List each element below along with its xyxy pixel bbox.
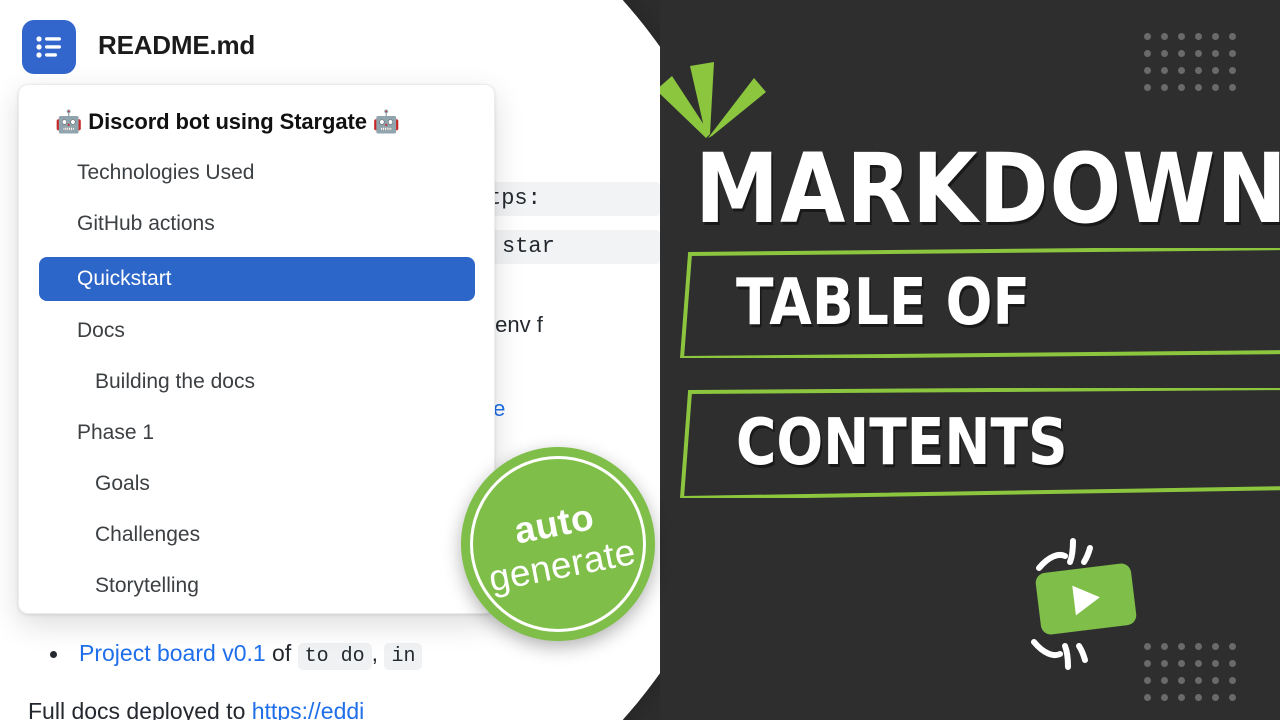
grid-dot [1195,67,1202,74]
toc-heading: 🤖 Discord bot using Stargate 🤖 [55,109,401,134]
grid-dot [1195,660,1202,667]
grid-dot [1161,660,1168,667]
toc-item-label: Storytelling [95,574,199,597]
grid-dot [1144,694,1151,701]
grid-dot [1178,50,1185,57]
document-title: README.md [98,30,256,60]
list-item: Project board v0.1 of to do, in [50,640,650,670]
grid-dot [1161,84,1168,91]
grid-dot [1229,84,1236,91]
grid-dot [1178,660,1185,667]
code-fragment-2: star [502,234,555,259]
grid-dot [1161,694,1168,701]
bullet-middle-text: of [265,640,298,666]
grid-dot [1195,33,1202,40]
grid-dot [1212,84,1219,91]
bulleted-list-icon [36,36,61,58]
grid-dot [1212,50,1219,57]
toc-item-label: Technologies Used [77,161,255,184]
full-docs-link[interactable]: https://eddi [252,698,365,720]
grid-dot [1195,50,1202,57]
grid-dot [1161,67,1168,74]
sparkle-lines-bottom-icon [1031,639,1088,670]
toc-item-label: Docs [77,319,125,342]
toc-item-technologies-used[interactable]: Technologies Used [39,151,475,195]
bullet-comma: , [371,640,379,666]
grid-dot [1195,84,1202,91]
code-tag-to-do: to do [297,643,372,670]
grid-dot [1144,33,1151,40]
toc-item-goals[interactable]: Goals [39,462,475,506]
grid-dot [1212,643,1219,650]
bullet-point-icon [50,651,57,659]
grid-dot [1229,50,1236,57]
grid-dot [1161,677,1168,684]
play-triangle-icon [1072,582,1102,616]
grid-dot [1178,67,1185,74]
banner-label-2: CONTENTS [736,406,1068,480]
grid-dot [1195,643,1202,650]
grid-dot [1212,694,1219,701]
grid-dot [1161,33,1168,40]
grid-dot [1212,660,1219,667]
toc-item-label: Building the docs [95,370,255,393]
toc-item-github-actions[interactable]: GitHub actions [39,202,475,246]
text-fragment-1: .env f [489,312,543,337]
grid-dot [1144,84,1151,91]
grid-dot [1229,643,1236,650]
grid-dot [1144,50,1151,57]
grid-dot [1212,33,1219,40]
toc-item-building-the-docs[interactable]: Building the docs [39,360,475,404]
grid-dot [1195,677,1202,684]
toc-item-storytelling[interactable]: Storytelling [39,564,475,608]
grid-dot [1178,694,1185,701]
table-of-contents-popup: 🤖 Discord bot using Stargate 🤖 Technolog… [18,84,495,614]
grid-dot [1178,84,1185,91]
grid-dot [1229,660,1236,667]
code-tag-in: in [384,643,423,670]
grid-dot [1144,643,1151,650]
toc-item-phase-1[interactable]: Phase 1 [39,411,475,455]
full-docs-line: Full docs deployed to https://eddi [28,698,364,720]
grid-dot [1178,643,1185,650]
toc-item-label: Quickstart [77,267,172,290]
badge-text: auto generate [444,430,671,657]
toc-item-label: Phase 1 [77,421,155,444]
play-button-icon[interactable] [1034,562,1138,636]
toc-item-challenges[interactable]: Challenges [39,513,475,557]
grid-dot [1212,67,1219,74]
page-title: MARKDOWN [695,133,1280,245]
toc-item-docs[interactable]: Docs [39,309,475,353]
grid-dot [1144,67,1151,74]
project-board-link[interactable]: Project board v0.1 [79,640,266,666]
grid-dot [1229,67,1236,74]
dot-grid-icon-top-right [1144,33,1236,93]
toc-item-quickstart[interactable]: Quickstart [39,257,475,301]
promo-slide: MARKDOWN TABLE OF CONTENTS README.md tps… [0,0,1280,720]
full-docs-text: Full docs deployed to [28,698,252,720]
toc-item-label: Challenges [95,523,201,546]
grid-dot [1229,677,1236,684]
grid-dot [1229,33,1236,40]
grid-dot [1144,660,1151,667]
grid-dot [1178,33,1185,40]
list-document-icon[interactable] [22,20,76,74]
banner-table-of: TABLE OF [676,248,1280,358]
grid-dot [1161,643,1168,650]
toc-item-label: GitHub actions [77,212,215,235]
dot-grid-icon-bottom-right [1144,643,1236,703]
grid-dot [1229,694,1236,701]
toc-item-label: Goals [95,472,150,495]
grid-dot [1178,677,1185,684]
banner-contents: CONTENTS [676,388,1280,498]
code-fragment-1: tps: [488,186,541,211]
grid-dot [1144,677,1151,684]
grid-dot [1161,50,1168,57]
banner-label-1: TABLE OF [736,266,1031,340]
grid-dot [1195,694,1202,701]
grid-dot [1212,677,1219,684]
auto-generate-badge: auto generate [461,447,655,641]
